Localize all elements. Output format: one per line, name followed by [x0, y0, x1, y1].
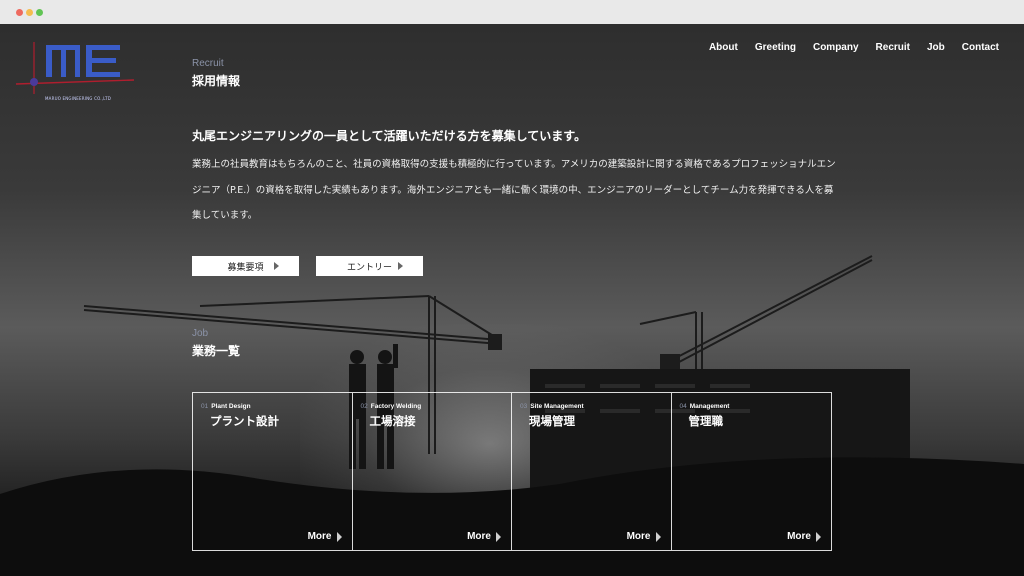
more-link-label: More	[626, 531, 651, 542]
job-card-plant-design[interactable]: 01 Plant Design プラント設計 More	[193, 393, 353, 550]
me-logo-mark	[15, 42, 135, 94]
job-heading: 業務一覧	[192, 344, 241, 358]
recruit-eyebrow: Recruit	[192, 58, 224, 69]
job-card-title: 現場管理	[529, 414, 575, 428]
recruit-page: MARUO ENGINEERING CO.,LTD About Greeting…	[0, 24, 1024, 576]
recruit-body: 業務上の社員教育はもちろんのこと、社員の資格取得の支援も積極的に行っています。ア…	[192, 159, 836, 221]
job-eyebrow: Job	[192, 328, 209, 339]
job-card-factory-welding[interactable]: 02 Factory Welding 工場溶接 More	[353, 393, 512, 550]
job-card-site-management[interactable]: 03 Site Management 現場管理 More	[512, 393, 672, 550]
entry-button[interactable]: エントリー	[316, 256, 423, 276]
recruit-lead: 丸尾エンジニアリングの一員として活躍いただける方を募集しています。	[192, 129, 587, 143]
play-arrow-icon	[496, 531, 501, 542]
job-card-number: 02	[360, 403, 368, 410]
job-card-management[interactable]: 04 Management 管理職 More	[672, 393, 832, 550]
job-card-title: 工場溶接	[369, 414, 416, 428]
job-card-label: Plant Design	[211, 403, 251, 410]
job-card-title: プラント設計	[210, 414, 279, 428]
job-card-title: 管理職	[688, 414, 724, 428]
maximize-window-icon[interactable]	[36, 9, 43, 16]
job-card-number: 03	[520, 403, 528, 410]
close-window-icon[interactable]	[16, 9, 23, 16]
play-arrow-icon	[655, 531, 661, 542]
play-arrow-icon	[816, 531, 821, 542]
entry-button-label: エントリー	[346, 262, 392, 273]
global-nav: About Greeting Company Recruit Job Conta…	[709, 42, 999, 53]
nav-contact[interactable]: Contact	[962, 42, 999, 53]
requirements-button[interactable]: 募集要項	[192, 256, 299, 276]
company-name-subtitle: MARUO ENGINEERING CO.,LTD	[45, 96, 112, 101]
more-link[interactable]: More	[467, 531, 501, 542]
job-card-label: Factory Welding	[370, 403, 422, 410]
nav-about[interactable]: About	[709, 42, 738, 53]
more-link[interactable]: More	[627, 531, 661, 542]
more-link-label: More	[467, 531, 491, 542]
more-link[interactable]: More	[787, 531, 821, 542]
requirements-button-label: 募集要項	[227, 262, 264, 273]
arrow-right-icon	[274, 262, 279, 270]
nav-job[interactable]: Job	[927, 42, 945, 53]
more-link-label: More	[307, 531, 332, 542]
nav-recruit[interactable]: Recruit	[876, 42, 910, 53]
play-arrow-icon	[336, 531, 342, 542]
nav-company[interactable]: Company	[813, 42, 859, 53]
job-card-label: Site Management	[530, 403, 584, 410]
job-card-eyebrow: 01 Plant Design	[201, 403, 251, 410]
job-card-number: 04	[679, 403, 687, 410]
job-card-eyebrow: 04 Management	[680, 403, 730, 410]
nav-greeting[interactable]: Greeting	[755, 42, 796, 53]
browser-chrome	[0, 0, 1024, 24]
more-link[interactable]: More	[308, 531, 342, 542]
job-card-number: 01	[201, 403, 209, 410]
job-card-eyebrow: 03 Site Management	[520, 403, 584, 410]
more-link-label: More	[787, 531, 811, 542]
arrow-right-icon	[398, 262, 403, 270]
job-card-eyebrow: 02 Factory Welding	[361, 403, 422, 410]
recruit-heading: 採用情報	[192, 74, 241, 88]
job-card-grid: 01 Plant Design プラント設計 More 02 Factory Wel…	[192, 392, 832, 551]
minimize-window-icon[interactable]	[26, 9, 33, 16]
job-card-label: Management	[689, 403, 730, 410]
company-logo[interactable]: MARUO ENGINEERING CO.,LTD	[14, 38, 136, 101]
